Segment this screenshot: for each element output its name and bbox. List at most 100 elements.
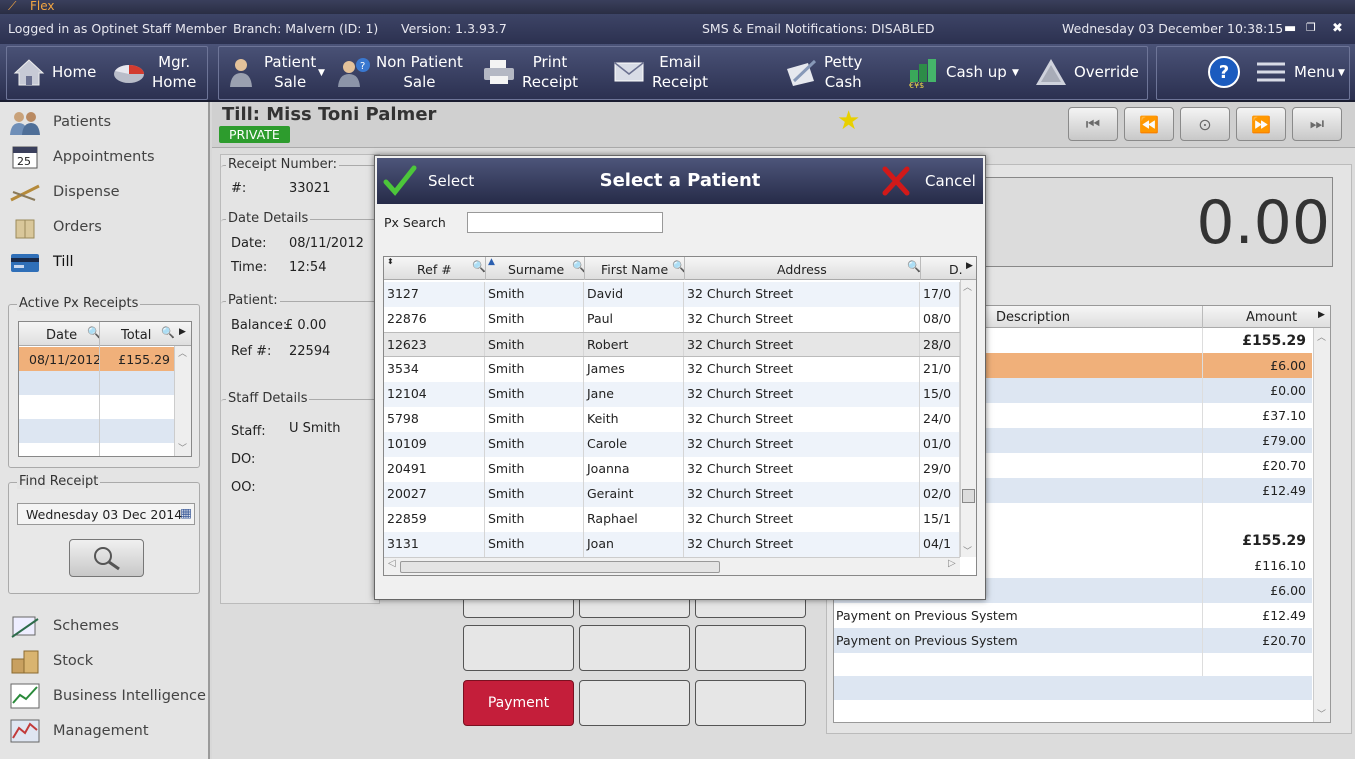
next-record-button[interactable]: ⏩ xyxy=(1236,107,1286,141)
sale-line-row[interactable]: Payment on Previous System £12.49 xyxy=(834,603,1312,628)
cash-up-button[interactable]: €¥$ Cash up xyxy=(906,46,1007,98)
keypad-button[interactable] xyxy=(463,625,574,671)
patient-d-cell: 04/1 xyxy=(920,532,960,557)
col-amount-header[interactable]: Amount xyxy=(1246,310,1297,325)
keypad-button[interactable] xyxy=(579,625,690,671)
patient-row[interactable]: 10109 Smith Carole 32 Church Street 01/0 xyxy=(384,432,960,457)
col-surname-header[interactable]: Surname xyxy=(508,262,564,277)
override-button[interactable]: Override xyxy=(1034,46,1139,98)
patient-row[interactable]: 22859 Smith Raphael 32 Church Street 15/1 xyxy=(384,507,960,532)
scroll-down-icon[interactable]: ﹀ xyxy=(1317,707,1326,720)
sidebar-item-stock[interactable]: Stock xyxy=(8,646,93,676)
glasses-icon xyxy=(8,178,42,206)
sidebar-item-dispense[interactable]: Dispense xyxy=(8,177,120,207)
patient-row[interactable]: 3131 Smith Joan 32 Church Street 04/1 xyxy=(384,532,960,557)
patient-row[interactable]: 20491 Smith Joanna 32 Church Street 29/0 xyxy=(384,457,960,482)
find-receipt-date-field[interactable]: Wednesday 03 Dec 2014 ▦ xyxy=(17,503,195,525)
sidebar-item-orders[interactable]: Orders xyxy=(8,212,102,242)
sidebar-item-schemes[interactable]: Schemes xyxy=(8,611,119,641)
col-first-name-header[interactable]: First Name xyxy=(601,262,668,277)
find-receipt-search-button[interactable] xyxy=(69,539,144,577)
ref-filter-search-icon[interactable]: 🔍 xyxy=(472,260,486,273)
px-search-label: Px Search xyxy=(384,215,446,230)
mgr-home-button[interactable]: Mgr. Home xyxy=(112,46,196,98)
restore-button[interactable]: ❐ xyxy=(1306,21,1316,34)
col-description-header[interactable]: Description xyxy=(996,310,1070,325)
cancel-button[interactable]: Cancel xyxy=(881,164,976,198)
scroll-up-icon[interactable]: ︿ xyxy=(963,280,972,293)
patient-row-selected[interactable]: 12623 Smith Robert 32 Church Street 28/0 xyxy=(384,332,960,357)
non-patient-sale-button[interactable]: ? Non Patient Sale xyxy=(336,46,463,98)
sidebar-item-management[interactable]: Management xyxy=(8,716,149,746)
col-date-header[interactable]: Date xyxy=(46,328,77,343)
sale-lines-scrollbar[interactable]: ︿ ﹀ xyxy=(1313,328,1330,722)
col-address-header[interactable]: Address xyxy=(777,262,827,277)
sort-ascending-icon[interactable]: ▲ xyxy=(488,257,495,267)
sidebar-item-till[interactable]: Till xyxy=(8,247,74,277)
payment-button[interactable]: Payment xyxy=(463,680,574,726)
sidebar-item-business-intelligence[interactable]: Business Intelligence xyxy=(8,681,206,711)
help-button[interactable]: ? xyxy=(1208,46,1240,98)
address-filter-search-icon[interactable]: 🔍 xyxy=(907,260,921,273)
menu-dropdown-icon[interactable]: ▼ xyxy=(1338,68,1345,78)
menu-button[interactable]: Menu xyxy=(1254,46,1335,98)
keypad-button[interactable] xyxy=(579,680,690,726)
patient-row[interactable]: 3127 Smith David 32 Church Street 17/0 xyxy=(384,282,960,307)
patient-row[interactable]: 3534 Smith James 32 Church Street 21/0 xyxy=(384,357,960,382)
scroll-left-icon[interactable]: ◁ xyxy=(388,558,396,569)
col-ref-header[interactable]: Ref # xyxy=(417,262,452,277)
scroll-up-icon[interactable]: ︿ xyxy=(1317,330,1326,343)
scroll-right-icon[interactable]: ▷ xyxy=(948,558,956,569)
resize-handle-icon[interactable]: ⬍ xyxy=(387,257,394,266)
column-chooser-icon[interactable]: ▶ xyxy=(1318,310,1325,320)
scroll-thumb[interactable] xyxy=(962,489,975,503)
patient-row[interactable]: 20027 Smith Geraint 32 Church Street 02/0 xyxy=(384,482,960,507)
patient-first-cell: Raphael xyxy=(584,507,684,532)
column-chooser-icon[interactable]: ▶ xyxy=(179,327,186,337)
keypad-button[interactable] xyxy=(695,625,806,671)
last-record-button[interactable]: ⏭ xyxy=(1292,107,1342,141)
patient-sale-dropdown-icon[interactable]: ▼ xyxy=(318,68,325,78)
first-record-button[interactable]: ⏮ xyxy=(1068,107,1118,141)
col-total-header[interactable]: Total xyxy=(121,328,151,343)
previous-record-button[interactable]: ⏪ xyxy=(1124,107,1174,141)
patient-row[interactable]: 5798 Smith Keith 32 Church Street 24/0 xyxy=(384,407,960,432)
home-button[interactable]: Home xyxy=(12,46,96,98)
patients-vertical-scrollbar[interactable]: ︿ ﹀ xyxy=(960,280,976,557)
col-divider xyxy=(1202,328,1203,700)
close-button[interactable]: ✖ xyxy=(1332,21,1343,36)
receipts-scrollbar[interactable]: ︿ ﹀ xyxy=(174,346,191,456)
patient-sale-button[interactable]: Patient Sale xyxy=(224,46,316,98)
sidebar-item-label: Till xyxy=(53,254,74,270)
col-divider xyxy=(920,257,921,280)
column-chooser-icon[interactable]: ▶ xyxy=(966,261,973,271)
scroll-down-icon[interactable]: ﹀ xyxy=(963,544,972,557)
px-search-input[interactable] xyxy=(467,212,663,233)
minimize-button[interactable]: ▬ xyxy=(1284,21,1296,36)
col-dob-header[interactable]: D. xyxy=(949,262,963,277)
pie-chart-icon xyxy=(112,56,146,88)
scroll-up-icon[interactable]: ︿ xyxy=(178,346,187,359)
credit-card-icon xyxy=(8,248,42,276)
print-receipt-button[interactable]: Print Receipt xyxy=(482,46,578,98)
email-receipt-label: Email Receipt xyxy=(652,53,709,91)
calendar-picker-icon[interactable]: ▦ xyxy=(180,505,192,520)
patients-horizontal-scrollbar[interactable]: ◁ ▷ xyxy=(384,557,960,575)
favourite-star-icon[interactable]: ★ xyxy=(837,106,860,136)
sale-line-row[interactable]: Payment on Previous System £20.70 xyxy=(834,628,1312,653)
sidebar-item-patients[interactable]: Patients xyxy=(8,107,111,137)
till-header: Till: Miss Toni Palmer PRIVATE ★ ⏮ ⏪ ⊙ ⏩… xyxy=(212,102,1355,148)
stop-button[interactable]: ⊙ xyxy=(1180,107,1230,141)
scroll-down-icon[interactable]: ﹀ xyxy=(178,441,187,454)
sidebar-item-appointments[interactable]: 25 Appointments xyxy=(8,142,155,172)
petty-cash-button[interactable]: Petty Cash xyxy=(784,46,862,98)
receipt-row-selected[interactable]: 08/11/2012 £155.29 xyxy=(19,347,174,371)
details-panel: Receipt Number: #: 33021 Date Details Da… xyxy=(220,154,381,604)
cash-up-dropdown-icon[interactable]: ▼ xyxy=(1012,68,1019,78)
patient-row[interactable]: 12104 Smith Jane 32 Church Street 15/0 xyxy=(384,382,960,407)
scroll-thumb[interactable] xyxy=(400,561,720,573)
total-filter-search-icon[interactable]: 🔍 xyxy=(161,326,175,339)
email-receipt-button[interactable]: Email Receipt xyxy=(612,46,708,98)
patient-row[interactable]: 22876 Smith Paul 32 Church Street 08/0 xyxy=(384,307,960,332)
keypad-button[interactable] xyxy=(695,680,806,726)
